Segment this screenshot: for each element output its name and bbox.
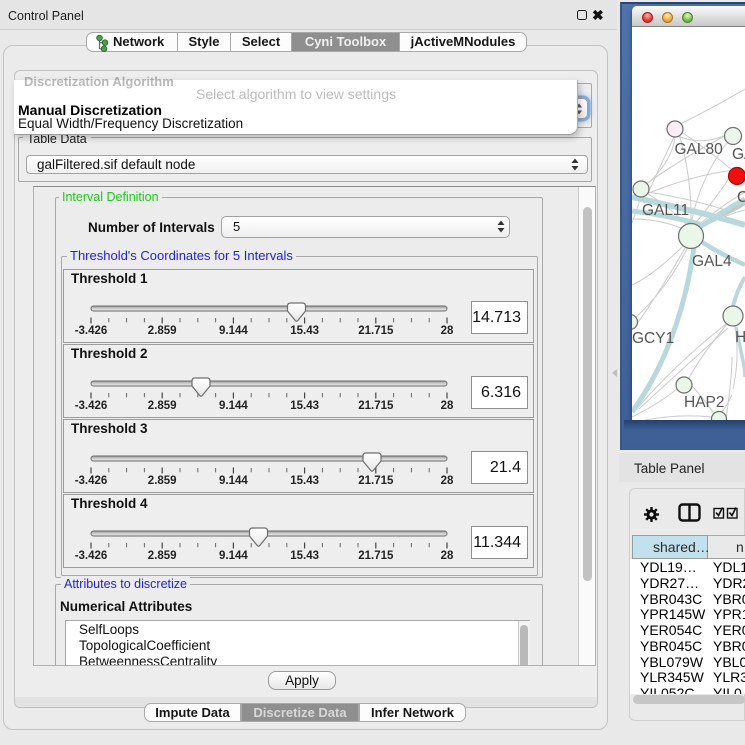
svg-text:GCY1: GCY1	[632, 330, 674, 347]
svg-text:-3.426: -3.426	[75, 325, 108, 337]
svg-text:9.144: 9.144	[219, 550, 248, 562]
svg-text:HAP2: HAP2	[684, 394, 725, 411]
svg-text:28: 28	[441, 550, 454, 562]
svg-text:21.715: 21.715	[358, 550, 394, 562]
svg-text:GAL4: GAL4	[692, 253, 732, 270]
svg-text:2.859: 2.859	[148, 475, 177, 487]
svg-text:GAL11: GAL11	[642, 202, 689, 219]
svg-text:21.715: 21.715	[358, 325, 394, 337]
svg-text:28: 28	[441, 400, 454, 412]
svg-text:2.859: 2.859	[148, 550, 177, 562]
svg-text:15.43: 15.43	[290, 475, 319, 487]
svg-text:-3.426: -3.426	[75, 550, 108, 562]
svg-text:28: 28	[441, 325, 454, 337]
svg-text:15.43: 15.43	[290, 325, 319, 337]
svg-text:2.859: 2.859	[148, 400, 177, 412]
svg-text:-3.426: -3.426	[75, 475, 108, 487]
svg-text:H: H	[735, 329, 745, 346]
svg-text:15.43: 15.43	[290, 550, 319, 562]
svg-text:C: C	[737, 189, 745, 206]
svg-text:21.715: 21.715	[358, 475, 394, 487]
svg-text:9.144: 9.144	[219, 475, 248, 487]
svg-text:28: 28	[441, 475, 454, 487]
svg-text:-3.426: -3.426	[75, 400, 108, 412]
svg-text:15.43: 15.43	[290, 400, 319, 412]
svg-text:9.144: 9.144	[219, 400, 248, 412]
svg-text:GAL80: GAL80	[675, 141, 724, 158]
svg-text:21.715: 21.715	[358, 400, 394, 412]
svg-text:9.144: 9.144	[219, 325, 248, 337]
svg-text:GA: GA	[732, 146, 745, 163]
svg-text:2.859: 2.859	[148, 325, 177, 337]
